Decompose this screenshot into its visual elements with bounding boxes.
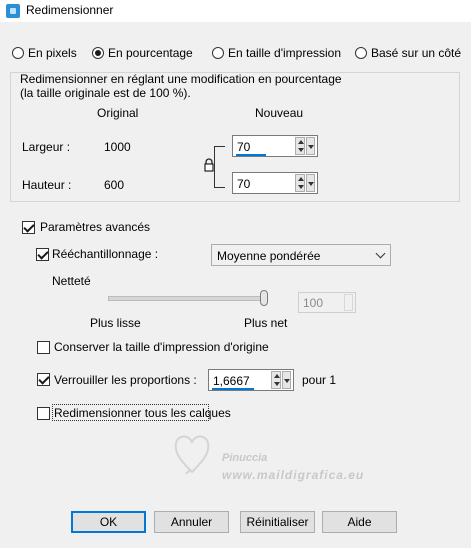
window-title: Redimensionner xyxy=(26,3,114,17)
sharpness-spin-arrows xyxy=(344,294,353,311)
heart-logo-icon xyxy=(172,430,212,475)
ratio-spin-arrows[interactable] xyxy=(271,371,281,389)
radio-print-size-circle[interactable] xyxy=(212,47,224,59)
group-caption-2: (la taille originale est de 100 %). xyxy=(20,86,191,100)
chevron-down-icon xyxy=(375,248,386,259)
height-spin-arrows[interactable] xyxy=(295,174,305,192)
ratio-value-underline xyxy=(212,388,254,390)
watermark-name: Pinuccia xyxy=(222,452,268,464)
resample-method-value: Moyenne pondérée xyxy=(217,249,321,263)
radio-one-side-circle[interactable] xyxy=(355,47,367,59)
radio-percent-circle[interactable] xyxy=(92,47,104,59)
slider-left-label: Plus lisse xyxy=(90,316,141,330)
lock-icon[interactable] xyxy=(204,158,214,172)
ok-button[interactable]: OK xyxy=(71,511,146,533)
ratio-dropdown-arrow[interactable] xyxy=(282,371,291,389)
height-new-value[interactable]: 70 xyxy=(237,177,250,191)
keep-print-size-label: Conserver la taille d'impression d'origi… xyxy=(54,340,269,354)
radio-pixels-circle[interactable] xyxy=(12,47,24,59)
ratio-suffix: pour 1 xyxy=(302,373,337,387)
radio-pixels-label: En pixels xyxy=(28,46,77,60)
help-button[interactable]: Aide xyxy=(322,511,397,533)
width-spin-arrows[interactable] xyxy=(295,137,305,155)
resample-method-select[interactable]: Moyenne pondérée xyxy=(211,244,391,266)
sharpness-slider-thumb[interactable] xyxy=(260,290,268,306)
group-caption-1: Redimensionner en réglant une modificati… xyxy=(20,72,342,86)
app-icon xyxy=(6,4,20,18)
column-new: Nouveau xyxy=(255,106,304,120)
lock-ratio-label: Verrouiller les proportions : xyxy=(54,373,197,387)
keep-print-size-checkbox[interactable] xyxy=(37,341,50,354)
height-label: Hauteur : xyxy=(22,178,72,192)
sharpness-slider-track[interactable] xyxy=(108,296,268,301)
advanced-checkbox[interactable] xyxy=(22,221,35,234)
resize-all-layers-checkbox[interactable] xyxy=(37,407,50,420)
sharpness-value-field: 100 xyxy=(298,292,356,313)
column-original: Original xyxy=(97,106,139,120)
radio-print-size-label: En taille d'impression xyxy=(228,46,342,60)
resize-all-layers-label: Redimensionner tous les calques xyxy=(54,406,231,420)
height-original: 600 xyxy=(104,178,125,192)
watermark-site: www.maildigrafica.eu xyxy=(222,468,365,482)
reset-button[interactable]: Réinitialiser xyxy=(240,511,315,533)
height-dropdown-arrow[interactable] xyxy=(306,174,315,192)
slider-right-label: Plus net xyxy=(244,316,288,330)
lock-ratio-checkbox[interactable] xyxy=(37,373,50,386)
resample-label: Rééchantillonnage : xyxy=(52,247,159,261)
link-bracket xyxy=(214,146,225,188)
height-new-spinner[interactable]: 70 xyxy=(232,172,318,194)
width-label: Largeur : xyxy=(22,140,71,154)
width-original: 1000 xyxy=(104,140,131,154)
sharpness-label: Netteté xyxy=(52,274,91,288)
resample-checkbox[interactable] xyxy=(36,248,49,261)
radio-percent-label: En pourcentage xyxy=(108,46,193,60)
title-bar: Redimensionner xyxy=(0,0,471,22)
radio-one-side-label: Basé sur un côté xyxy=(371,46,462,60)
width-value-underline xyxy=(236,154,266,156)
sharpness-value: 100 xyxy=(303,296,324,310)
width-new-value[interactable]: 70 xyxy=(237,140,250,154)
width-dropdown-arrow[interactable] xyxy=(306,137,315,155)
cancel-button[interactable]: Annuler xyxy=(154,511,229,533)
ratio-value[interactable]: 1,6667 xyxy=(213,374,250,388)
advanced-label: Paramètres avancés xyxy=(40,220,151,234)
